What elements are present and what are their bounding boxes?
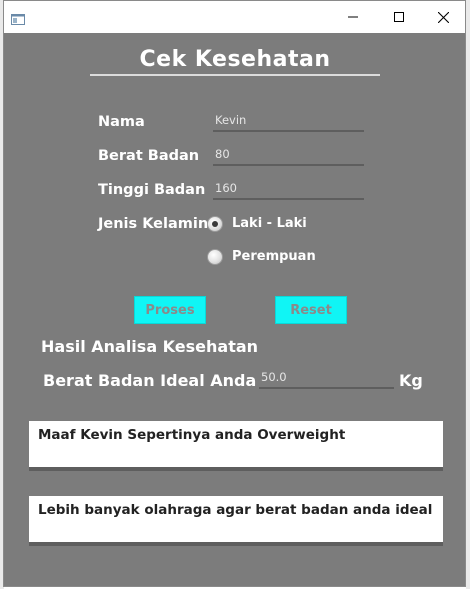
radio-selected-dot — [212, 221, 218, 227]
label-jenis-kelamin: Jenis Kelamin — [98, 216, 209, 232]
maximize-button[interactable] — [376, 1, 422, 33]
minimize-icon — [348, 16, 358, 18]
result-message-2: Lebih banyak olahraga agar berat badan a… — [38, 502, 433, 518]
nama-field[interactable]: Kevin — [215, 113, 246, 127]
ideal-weight-field[interactable]: 50.0 — [261, 370, 287, 384]
ideal-weight-label: Berat Badan Ideal Anda — [43, 371, 257, 390]
minimize-button[interactable] — [330, 1, 376, 33]
ideal-weight-field-underline — [259, 387, 394, 389]
label-nama: Nama — [98, 114, 145, 130]
page-title: Cek Kesehatan — [139, 47, 331, 72]
radio-perempuan[interactable] — [207, 249, 223, 265]
label-berat-badan: Berat Badan — [98, 148, 200, 164]
reset-button[interactable]: Reset — [275, 296, 347, 324]
tinggi-badan-field-underline — [213, 198, 364, 200]
radio-laki-laki[interactable] — [207, 216, 223, 232]
radio-label-perempuan[interactable]: Perempuan — [232, 249, 316, 264]
java-window-icon — [11, 10, 25, 25]
berat-badan-field-underline — [213, 164, 364, 166]
title-underline — [90, 74, 380, 76]
proses-button[interactable]: Proses — [134, 296, 206, 324]
result-message-box-2[interactable]: Lebih banyak olahraga agar berat badan a… — [29, 496, 443, 546]
label-tinggi-badan: Tinggi Badan — [98, 182, 206, 198]
unit-label: Kg — [399, 371, 423, 390]
close-button[interactable] — [420, 1, 466, 33]
hasil-heading: Hasil Analisa Kesehatan — [41, 337, 259, 356]
nama-field-underline — [213, 130, 364, 132]
result-message-1: Maaf Kevin Sepertinya anda Overweight — [38, 427, 346, 443]
result-message-box-1[interactable]: Maaf Kevin Sepertinya anda Overweight — [29, 421, 443, 471]
tinggi-badan-field[interactable]: 160 — [215, 181, 237, 195]
radio-label-laki-laki[interactable]: Laki - Laki — [232, 216, 307, 231]
maximize-icon — [394, 12, 404, 22]
berat-badan-field[interactable]: 80 — [215, 147, 230, 161]
background-desktop-right — [466, 0, 470, 589]
close-icon — [437, 11, 449, 23]
